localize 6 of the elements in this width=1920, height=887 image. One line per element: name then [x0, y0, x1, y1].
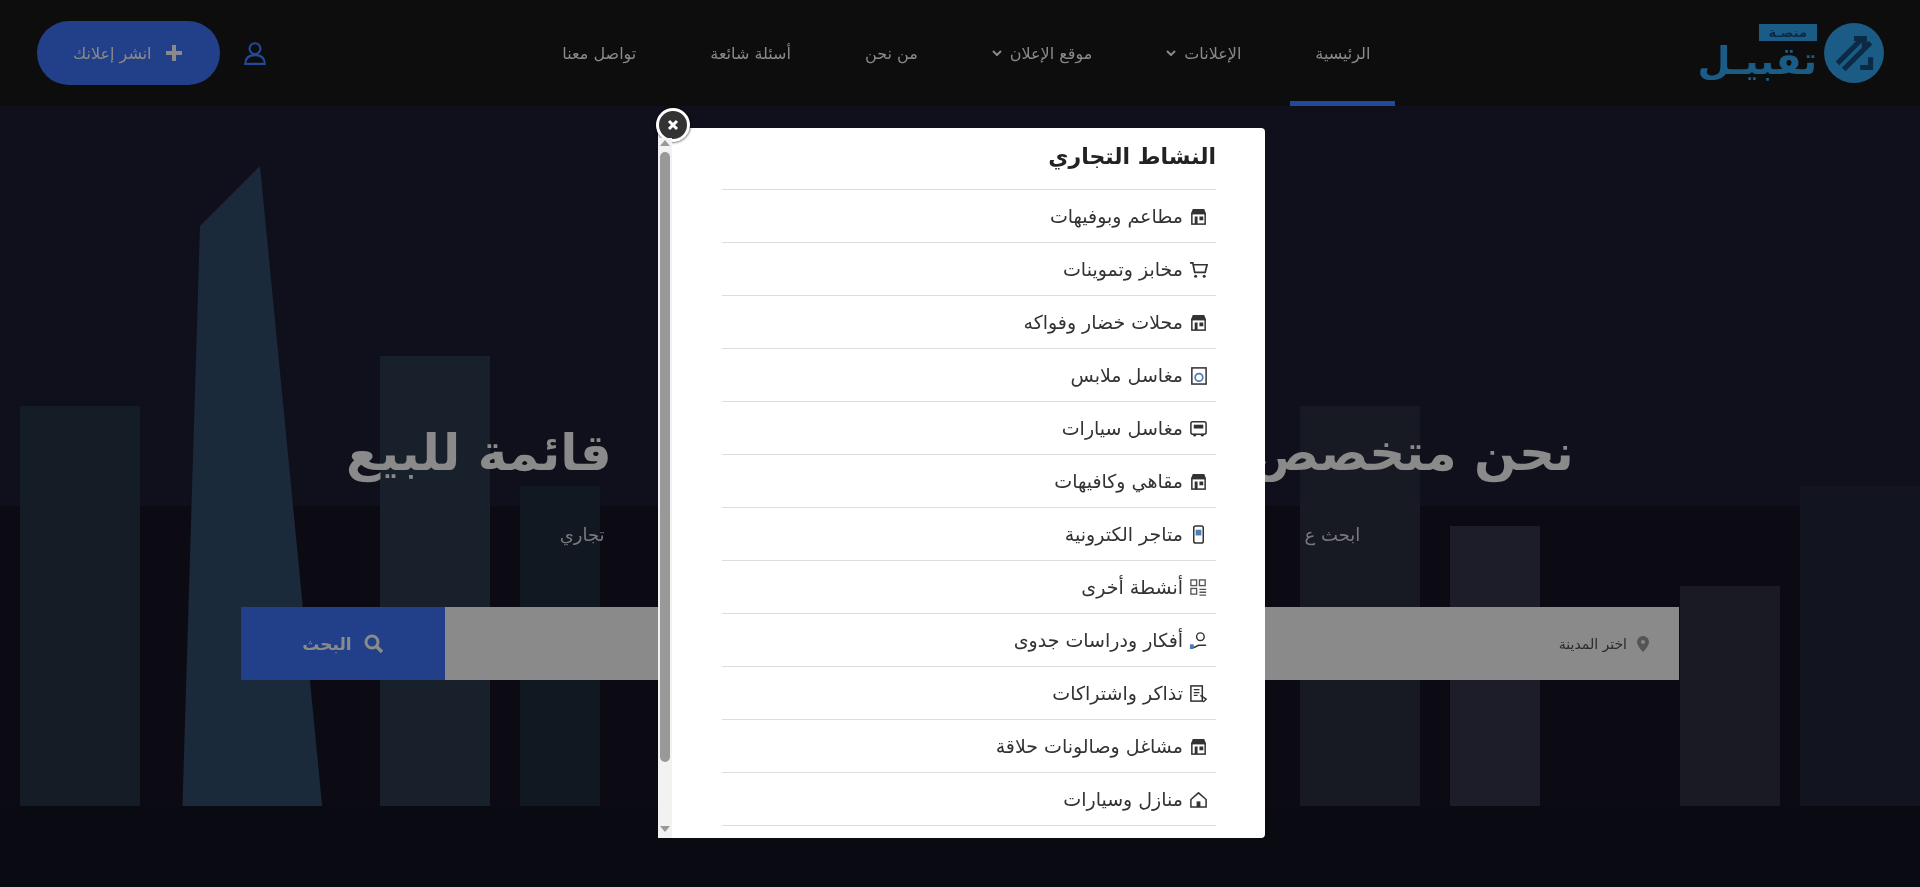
logo-name: تقبيـل: [1697, 40, 1817, 83]
logo-badge: منصـة: [1758, 23, 1817, 41]
hero-heading: قائمة للبيع: [346, 424, 612, 482]
hero-subtitle: تجاري: [559, 524, 605, 545]
modal-title: النشاط التجاري: [722, 144, 1216, 190]
hero-subtitle: ابحث ع: [1304, 524, 1361, 545]
